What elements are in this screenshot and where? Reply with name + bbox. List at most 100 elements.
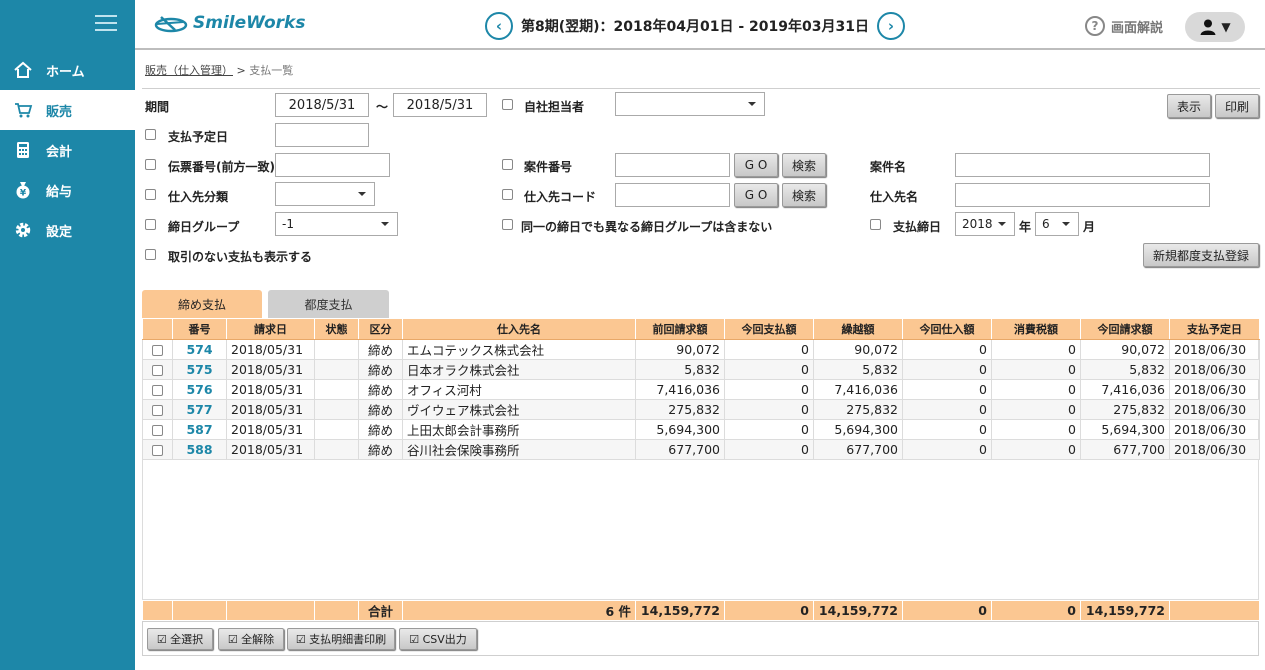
row-number-link[interactable]: 576 xyxy=(186,382,212,397)
row-checkbox[interactable] xyxy=(152,445,163,456)
table-row[interactable]: 577 2018/05/31 締め ヴイウェア株式会社 275,832 0 275,832 0… xyxy=(142,399,1260,420)
supplier-search-button[interactable]: 検索 xyxy=(782,183,826,207)
table-row[interactable]: 587 2018/05/31 締め 上田太郎会計事務所 5,694,300 0 5,694,… xyxy=(142,419,1260,440)
table-row[interactable]: 576 2018/05/31 締め オフィス河村 7,416,036 0 7,416,036… xyxy=(142,379,1260,400)
year-select[interactable]: 2018 xyxy=(955,212,1015,236)
row-tax: 0 xyxy=(991,439,1081,460)
col-prev-bill[interactable]: 前回請求額 xyxy=(635,318,725,340)
chevron-left-icon: ‹ xyxy=(495,17,503,35)
next-period-button[interactable]: › xyxy=(876,12,905,40)
row-bill: 677,700 xyxy=(1080,439,1170,460)
col-purchase[interactable]: 今回仕入額 xyxy=(902,318,992,340)
row-checkbox[interactable] xyxy=(152,405,163,416)
case-search-button[interactable]: 検索 xyxy=(782,153,826,177)
sidebar-item-label: 会計 xyxy=(46,144,73,160)
row-kind: 締め xyxy=(358,379,403,400)
case-name-input[interactable] xyxy=(955,153,1210,177)
col-tax[interactable]: 消費税額 xyxy=(991,318,1081,340)
pay-date-checkbox[interactable] xyxy=(145,129,156,140)
print-button[interactable]: 印刷 xyxy=(1215,94,1259,118)
select-all-button[interactable]: ☑ 全選択 xyxy=(147,628,213,650)
chevron-down-icon: ▼ xyxy=(1221,20,1231,34)
supplier-class-label: 仕入先分類 xyxy=(168,190,229,204)
case-no-checkbox[interactable] xyxy=(502,159,513,170)
menu-toggle-icon[interactable] xyxy=(95,15,117,33)
deselect-all-button[interactable]: ☑ 全解除 xyxy=(218,628,284,650)
staff-select[interactable] xyxy=(615,92,765,116)
table-row[interactable]: 575 2018/05/31 締め 日本オラク株式会社 5,832 0 5,832 0 0 5,8… xyxy=(142,359,1260,380)
sidebar-item-payroll[interactable]: ¥ 給与 xyxy=(0,170,135,210)
supplier-name-input[interactable] xyxy=(955,183,1210,207)
col-due-date[interactable]: 支払予定日 xyxy=(1169,318,1260,340)
slip-number-input[interactable] xyxy=(275,153,390,177)
supplier-code-input[interactable] xyxy=(615,183,730,207)
col-kind[interactable]: 区分 xyxy=(358,318,403,340)
closing-group-checkbox[interactable] xyxy=(145,219,156,230)
row-checkbox[interactable] xyxy=(152,385,163,396)
sidebar-item-label: 給与 xyxy=(46,184,73,200)
col-status[interactable]: 状態 xyxy=(314,318,359,340)
supplier-class-checkbox[interactable] xyxy=(145,189,156,200)
row-number-link[interactable]: 588 xyxy=(186,442,212,457)
period-to-input[interactable]: 2018/5/31 xyxy=(393,93,487,117)
col-number[interactable]: 番号 xyxy=(172,318,227,340)
divider xyxy=(142,88,1260,89)
month-select[interactable]: 6 xyxy=(1035,212,1079,236)
show-button[interactable]: 表示 xyxy=(1167,94,1211,118)
case-no-input[interactable] xyxy=(615,153,730,177)
row-checkbox[interactable] xyxy=(152,345,163,356)
totals-label: 合計 xyxy=(358,600,403,621)
no-trade-label: 取引のない支払も表示する xyxy=(168,250,313,264)
slip-checkbox[interactable] xyxy=(145,159,156,170)
tab-closing-payment[interactable]: 締め支払 xyxy=(142,290,262,318)
case-go-button[interactable]: G O xyxy=(734,153,778,177)
payments-table: 番号 請求日 状態 区分 仕入先名 前回請求額 今回支払額 繰越額 今回仕入額 … xyxy=(142,318,1260,460)
breadcrumb-parent-link[interactable]: 販売（仕入管理） xyxy=(145,64,233,77)
table-row[interactable]: 588 2018/05/31 締め 谷川社会保険事務所 677,700 0 677,700 0… xyxy=(142,439,1260,460)
help-link[interactable]: ? 画面解説 xyxy=(1085,16,1163,36)
row-number-link[interactable]: 587 xyxy=(186,422,212,437)
exclude-group-checkbox[interactable] xyxy=(502,219,513,230)
tab-spot-payment[interactable]: 都度支払 xyxy=(268,290,389,318)
row-checkbox[interactable] xyxy=(152,425,163,436)
prev-period-button[interactable]: ‹ xyxy=(485,12,513,40)
sidebar-item-settings[interactable]: 設定 xyxy=(0,210,135,250)
col-paid[interactable]: 今回支払額 xyxy=(724,318,814,340)
period-from-input[interactable]: 2018/5/31 xyxy=(275,93,369,117)
no-trade-checkbox[interactable] xyxy=(145,249,156,260)
row-prev-bill: 677,700 xyxy=(635,439,725,460)
table-row[interactable]: 574 2018/05/31 締め エムコテックス株式会社 90,072 0 90,072 0… xyxy=(142,339,1260,360)
pay-close-checkbox[interactable] xyxy=(870,219,881,230)
pay-date-input[interactable] xyxy=(275,123,369,147)
row-number-link[interactable]: 574 xyxy=(186,342,212,357)
row-due-date: 2018/06/30 xyxy=(1169,399,1260,420)
sidebar-item-sales[interactable]: 販売 xyxy=(0,90,135,130)
new-payment-button[interactable]: 新規都度支払登録 xyxy=(1143,243,1259,267)
dropdown-caret-icon xyxy=(1062,222,1070,226)
closing-group-select[interactable]: -1 xyxy=(275,212,398,236)
col-carry[interactable]: 繰越額 xyxy=(813,318,903,340)
csv-export-button[interactable]: ☑ CSV出力 xyxy=(399,628,477,650)
row-number-link[interactable]: 577 xyxy=(186,402,212,417)
sidebar-item-home[interactable]: ホーム xyxy=(0,50,135,90)
staff-checkbox[interactable] xyxy=(502,99,513,110)
row-checkbox[interactable] xyxy=(152,365,163,376)
sidebar-item-accounting[interactable]: 会計 xyxy=(0,130,135,170)
question-icon: ? xyxy=(1085,16,1105,36)
col-supplier[interactable]: 仕入先名 xyxy=(402,318,636,340)
col-bill-date[interactable]: 請求日 xyxy=(226,318,315,340)
slip-label: 伝票番号(前方一致) xyxy=(168,160,275,174)
supplier-class-select[interactable] xyxy=(275,182,375,206)
user-menu-button[interactable]: ▼ xyxy=(1185,12,1245,42)
sidebar-item-label: ホーム xyxy=(46,64,85,80)
row-tax: 0 xyxy=(991,359,1081,380)
brand-logo[interactable]: SmileWorks xyxy=(153,12,305,34)
row-paid: 0 xyxy=(724,339,814,360)
supplier-code-checkbox[interactable] xyxy=(502,189,513,200)
case-no-label: 案件番号 xyxy=(524,160,573,174)
breadcrumb-separator: > xyxy=(236,64,246,77)
row-number-link[interactable]: 575 xyxy=(186,362,212,377)
supplier-go-button[interactable]: G O xyxy=(734,183,778,207)
col-bill[interactable]: 今回請求額 xyxy=(1080,318,1170,340)
print-statement-button[interactable]: ☑ 支払明細書印刷 xyxy=(287,628,395,650)
